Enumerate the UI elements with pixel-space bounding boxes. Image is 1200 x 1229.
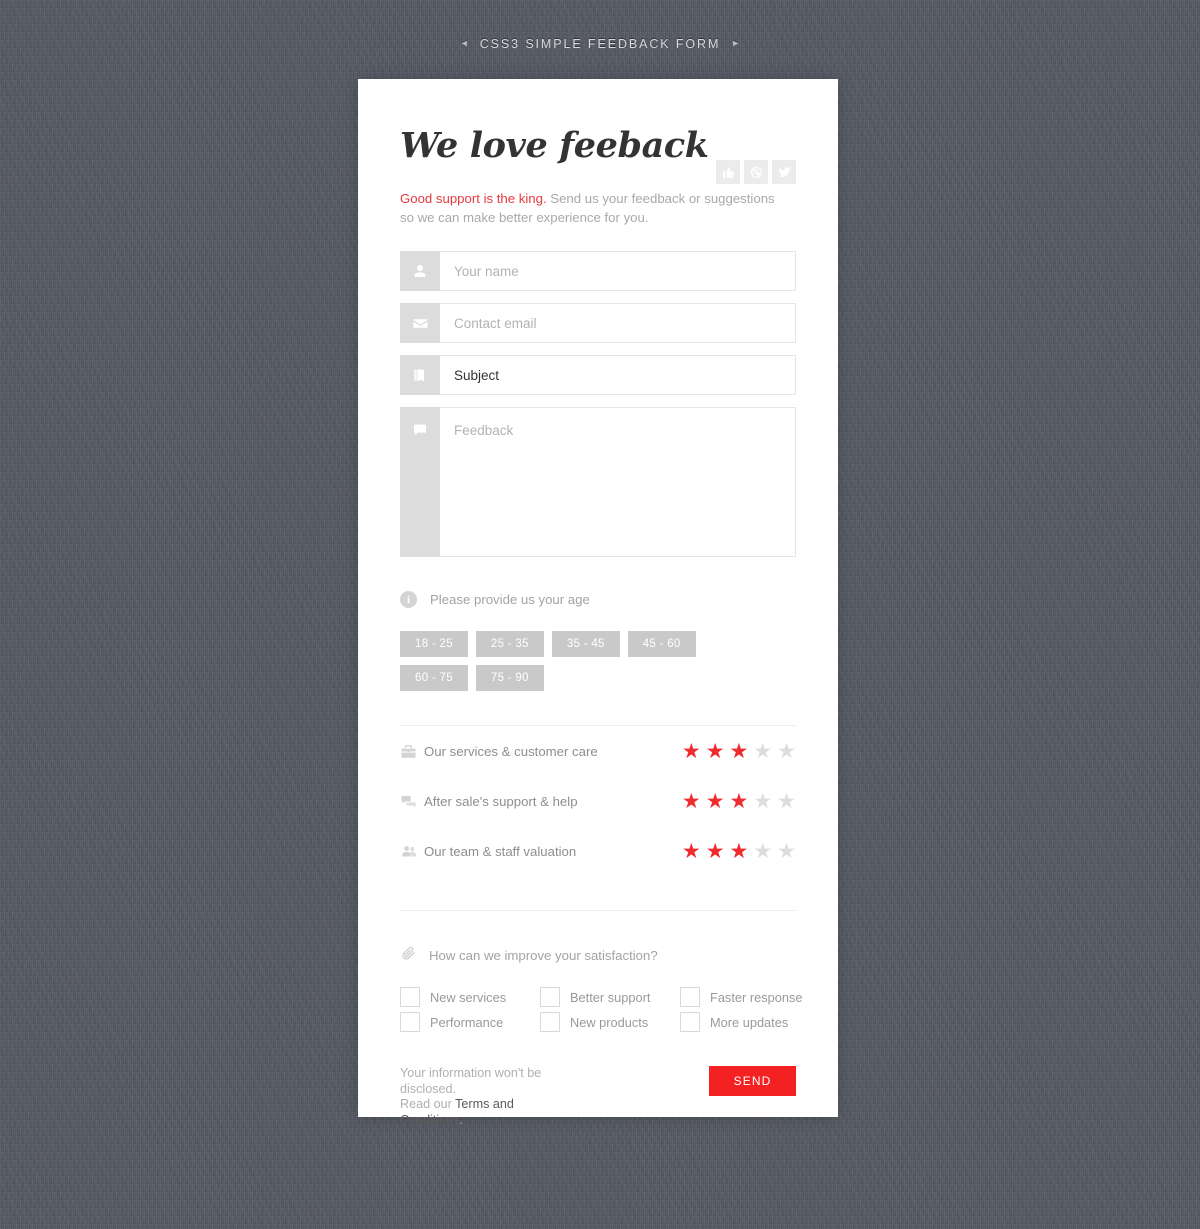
send-button[interactable]: SEND <box>709 1066 796 1096</box>
improve-option-label: New services <box>430 989 507 1005</box>
star-icon[interactable]: ★ <box>777 791 796 812</box>
feedback-textarea[interactable] <box>440 407 796 557</box>
improve-option[interactable]: Performance <box>400 1012 540 1032</box>
rating-stars[interactable]: ★ ★ ★ ★ ★ <box>682 841 796 862</box>
star-icon[interactable]: ★ <box>777 841 796 862</box>
disclosure-line2-suffix: . <box>459 1112 464 1127</box>
banner-title: CSS3 SIMPLE FEEDBACK FORM <box>479 36 721 51</box>
star-icon[interactable]: ★ <box>682 841 701 862</box>
star-icon[interactable]: ★ <box>730 841 749 862</box>
email-input[interactable] <box>440 303 796 343</box>
briefcase-icon <box>400 743 424 760</box>
checkbox-icon[interactable] <box>680 1012 700 1032</box>
thumbs-up-icon[interactable] <box>716 160 740 184</box>
age-option-4[interactable]: 45 - 60 <box>627 631 696 657</box>
subject-field-row <box>400 355 796 395</box>
improve-option-label: Faster response <box>710 989 803 1005</box>
improve-options-grid: New services Better support Faster respons… <box>400 987 802 1032</box>
star-icon[interactable]: ★ <box>730 741 749 762</box>
improve-option[interactable]: More updates <box>680 1012 820 1032</box>
page-banner: ◄ CSS3 SIMPLE FEEDBACK FORM ► <box>0 0 1200 79</box>
rating-row: Our team & staff valuation ★ ★ ★ ★ ★ <box>400 826 796 876</box>
page-title: We love feeback <box>400 125 709 166</box>
user-icon <box>400 251 440 291</box>
banner-left-arrow-icon: ◄ <box>459 38 469 48</box>
star-icon[interactable]: ★ <box>753 791 772 812</box>
improve-question-label: How can we improve your satisfaction? <box>429 948 658 963</box>
feedback-form-card: We love feeback Good support is the king… <box>358 79 838 1127</box>
disclosure-line1: Your information won't be disclosed. <box>400 1066 542 1096</box>
star-icon[interactable]: ★ <box>706 791 725 812</box>
checkbox-icon[interactable] <box>400 987 420 1007</box>
dribbble-icon[interactable] <box>744 160 768 184</box>
subtitle-accent: Good support is the king. <box>400 191 547 206</box>
improve-option-label: New products <box>570 1014 649 1030</box>
name-field-row <box>400 251 796 291</box>
improve-option-label: Performance <box>430 1014 504 1030</box>
checkbox-icon[interactable] <box>540 987 560 1007</box>
divider-above-improve <box>400 910 796 911</box>
rating-label: After sale's support & help <box>424 793 578 809</box>
checkbox-icon[interactable] <box>680 987 700 1007</box>
age-option-5[interactable]: 60 - 75 <box>400 665 468 691</box>
social-bar <box>716 160 796 184</box>
improve-question-line: How can we improve your satisfaction? <box>400 945 796 966</box>
star-icon[interactable]: ★ <box>777 741 796 762</box>
age-option-3[interactable]: 35 - 45 <box>551 631 620 657</box>
rating-stars[interactable]: ★ ★ ★ ★ ★ <box>682 791 796 812</box>
info-icon: i <box>400 591 417 608</box>
rating-list: Our services & customer care ★ ★ ★ ★ ★ After s… <box>400 726 796 876</box>
age-question-line: i Please provide us your age <box>400 591 796 608</box>
form-subtitle: Good support is the king. Send us your f… <box>400 189 792 227</box>
improve-option[interactable]: New services <box>400 987 540 1007</box>
star-icon[interactable]: ★ <box>706 841 725 862</box>
improve-option-label: More updates <box>710 1014 789 1030</box>
email-field-row <box>400 303 796 343</box>
improve-option[interactable]: New products <box>540 1012 680 1032</box>
disclosure-line2-prefix: Read our <box>400 1097 456 1111</box>
star-icon[interactable]: ★ <box>706 741 725 762</box>
card-footer: Your information won't be disclosed. Rea… <box>400 1066 796 1128</box>
rating-row: After sale's support & help ★ ★ ★ ★ ★ <box>400 776 796 826</box>
star-icon[interactable]: ★ <box>682 791 701 812</box>
star-icon[interactable]: ★ <box>753 741 772 762</box>
star-icon[interactable]: ★ <box>730 791 749 812</box>
star-icon[interactable]: ★ <box>753 841 772 862</box>
comments-icon <box>400 793 424 810</box>
age-option-1[interactable]: 18 - 25 <box>400 631 468 657</box>
feedback-field-row <box>400 407 796 557</box>
rating-row: Our services & customer care ★ ★ ★ ★ ★ <box>400 726 796 776</box>
age-question-label: Please provide us your age <box>430 592 590 607</box>
disclosure-note: Your information won't be disclosed. Rea… <box>400 1066 570 1128</box>
age-option-2[interactable]: 25 - 35 <box>475 631 544 657</box>
book-icon <box>400 355 440 395</box>
rating-stars[interactable]: ★ ★ ★ ★ ★ <box>682 741 796 762</box>
checkbox-icon[interactable] <box>540 1012 560 1032</box>
age-options-group: 18 - 25 25 - 35 35 - 45 45 - 60 60 - 75 75 - … <box>400 631 750 691</box>
improve-option[interactable]: Better support <box>540 987 680 1007</box>
star-icon[interactable]: ★ <box>682 741 701 762</box>
twitter-icon[interactable] <box>772 160 796 184</box>
checkbox-icon[interactable] <box>400 1012 420 1032</box>
improve-option[interactable]: Faster response <box>680 987 820 1007</box>
comment-icon <box>400 407 440 557</box>
subject-input[interactable] <box>440 355 796 395</box>
envelope-icon <box>400 303 440 343</box>
age-option-6[interactable]: 75 - 90 <box>475 665 544 691</box>
users-icon <box>400 843 424 860</box>
rating-label: Our services & customer care <box>424 743 598 759</box>
banner-right-arrow-icon: ► <box>731 38 741 48</box>
rating-label: Our team & staff valuation <box>424 843 577 859</box>
improve-option-label: Better support <box>570 989 651 1005</box>
name-input[interactable] <box>440 251 796 291</box>
paperclip-icon <box>400 945 416 966</box>
